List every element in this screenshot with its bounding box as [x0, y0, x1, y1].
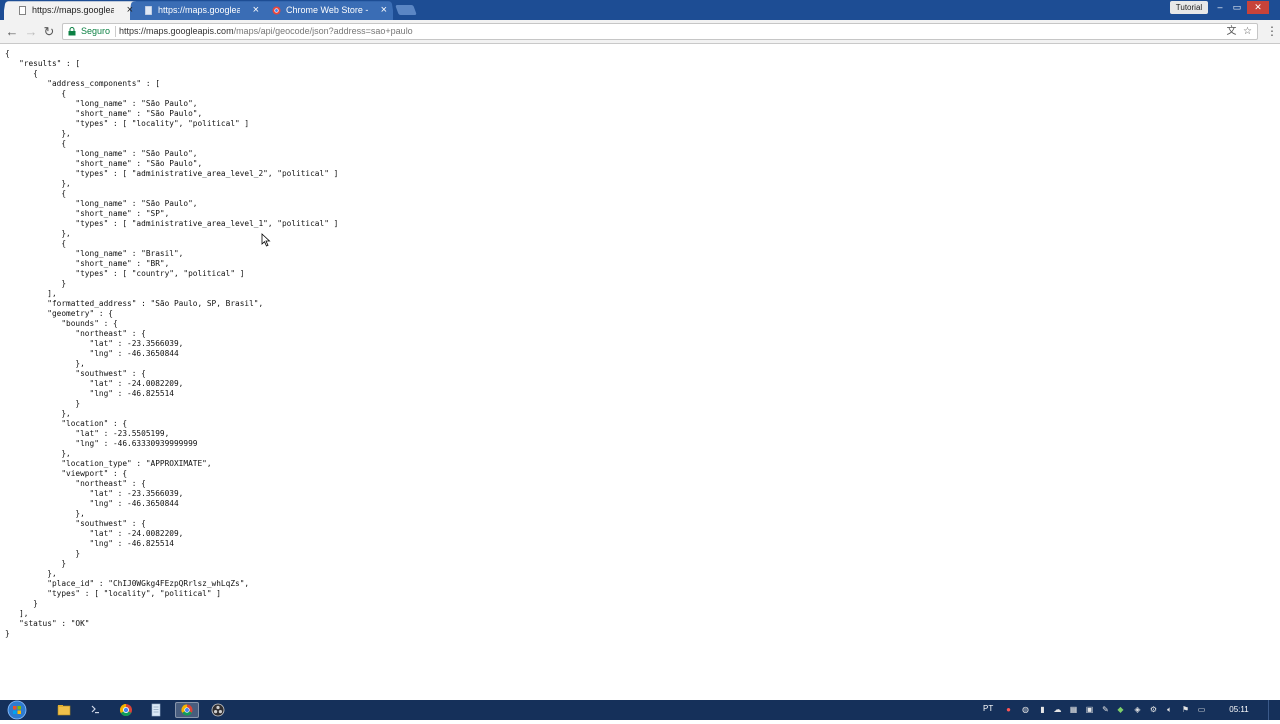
windows-explorer-icon[interactable] [53, 702, 75, 718]
close-icon[interactable]: × [253, 1, 259, 19]
browser-titlebar: https://maps.googleapis × https://maps.g… [0, 0, 1280, 20]
language-indicator[interactable]: PT [983, 703, 993, 715]
maximize-button[interactable]: ▭ [1229, 1, 1245, 14]
security-label: Seguro [81, 26, 111, 36]
menu-icon[interactable]: ⋮ [1266, 24, 1278, 39]
tab-2[interactable]: https://maps.googleapis × [130, 1, 265, 20]
tab-1-label: https://maps.googleapis [32, 5, 114, 15]
user-profile-badge[interactable]: Tutorial [1170, 1, 1208, 14]
forward-arrow-icon[interactable]: → [23, 24, 39, 40]
tab-1[interactable]: https://maps.googleapis × [4, 1, 139, 20]
tab-2-label: https://maps.googleapis [158, 5, 240, 15]
translate-icon[interactable]: 文 [1225, 25, 1238, 38]
cloud-icon[interactable]: ☁ [1053, 705, 1062, 714]
windows-start-icon[interactable] [4, 700, 30, 720]
json-response: { "results" : [ { "address_components" :… [5, 49, 339, 638]
chrome-active-icon[interactable] [175, 702, 199, 718]
usb-icon[interactable]: ▮ [1038, 705, 1047, 714]
browser-toolbar: ← → ↻ Seguro https://maps.googleapis.com… [0, 20, 1280, 44]
update-icon[interactable]: ◆ [1116, 705, 1125, 714]
minimize-button[interactable]: – [1212, 1, 1228, 14]
mouse-cursor-icon [261, 233, 271, 247]
address-bar[interactable]: Seguro https://maps.googleapis.com/maps/… [62, 23, 1258, 40]
url-path: /maps/api/geocode/json?address=sao+paulo [233, 26, 413, 36]
tab-3-label: Chrome Web Store - json [286, 5, 368, 15]
windows-taskbar: PT ● ◍ ▮ ☁ ▦ ▣ ✎ ◆ ◈ ⚙ 🔈︎ ⚑ ▭ 05:11 [0, 700, 1280, 720]
close-icon[interactable]: × [127, 1, 133, 19]
flag-icon[interactable]: ⚑ [1181, 705, 1190, 714]
obs-icon[interactable] [207, 702, 229, 718]
page-content: { "results" : [ { "address_components" :… [0, 44, 1280, 700]
cmd-icon[interactable] [84, 702, 106, 718]
divider [115, 26, 116, 37]
url-text[interactable]: https://maps.googleapis.com/maps/api/geo… [119, 24, 413, 39]
screen-icon[interactable]: ▣ [1085, 705, 1094, 714]
network-icon[interactable]: ▭ [1197, 705, 1206, 714]
reload-icon[interactable]: ↻ [41, 24, 57, 40]
taskbar-clock[interactable]: 05:11 [1222, 700, 1256, 720]
lock-icon [68, 27, 76, 36]
window-close-button[interactable]: ✕ [1247, 1, 1269, 14]
tray-app-icon[interactable]: ◍ [1021, 705, 1030, 714]
close-icon[interactable]: × [381, 1, 387, 19]
notepad-icon[interactable] [145, 702, 167, 718]
page-icon [145, 6, 152, 15]
show-desktop-button[interactable] [1268, 700, 1280, 720]
network-adapter-icon[interactable]: ▦ [1069, 705, 1078, 714]
gear-icon[interactable]: ⚙ [1149, 705, 1158, 714]
speaker-icon[interactable]: 🔈︎ [1165, 705, 1174, 714]
back-arrow-icon[interactable]: ← [4, 24, 20, 40]
star-icon[interactable]: ☆ [1241, 25, 1254, 38]
record-icon[interactable]: ● [1004, 705, 1013, 714]
new-tab-button[interactable] [395, 5, 417, 15]
shield-icon[interactable]: ◈ [1133, 705, 1142, 714]
chrome-icon[interactable] [115, 702, 137, 718]
chrome-store-icon [272, 6, 281, 15]
page-icon [19, 6, 26, 15]
url-host: https://maps.googleapis.com [119, 26, 234, 36]
tab-3[interactable]: Chrome Web Store - json × [258, 1, 393, 20]
brush-icon[interactable]: ✎ [1101, 705, 1110, 714]
